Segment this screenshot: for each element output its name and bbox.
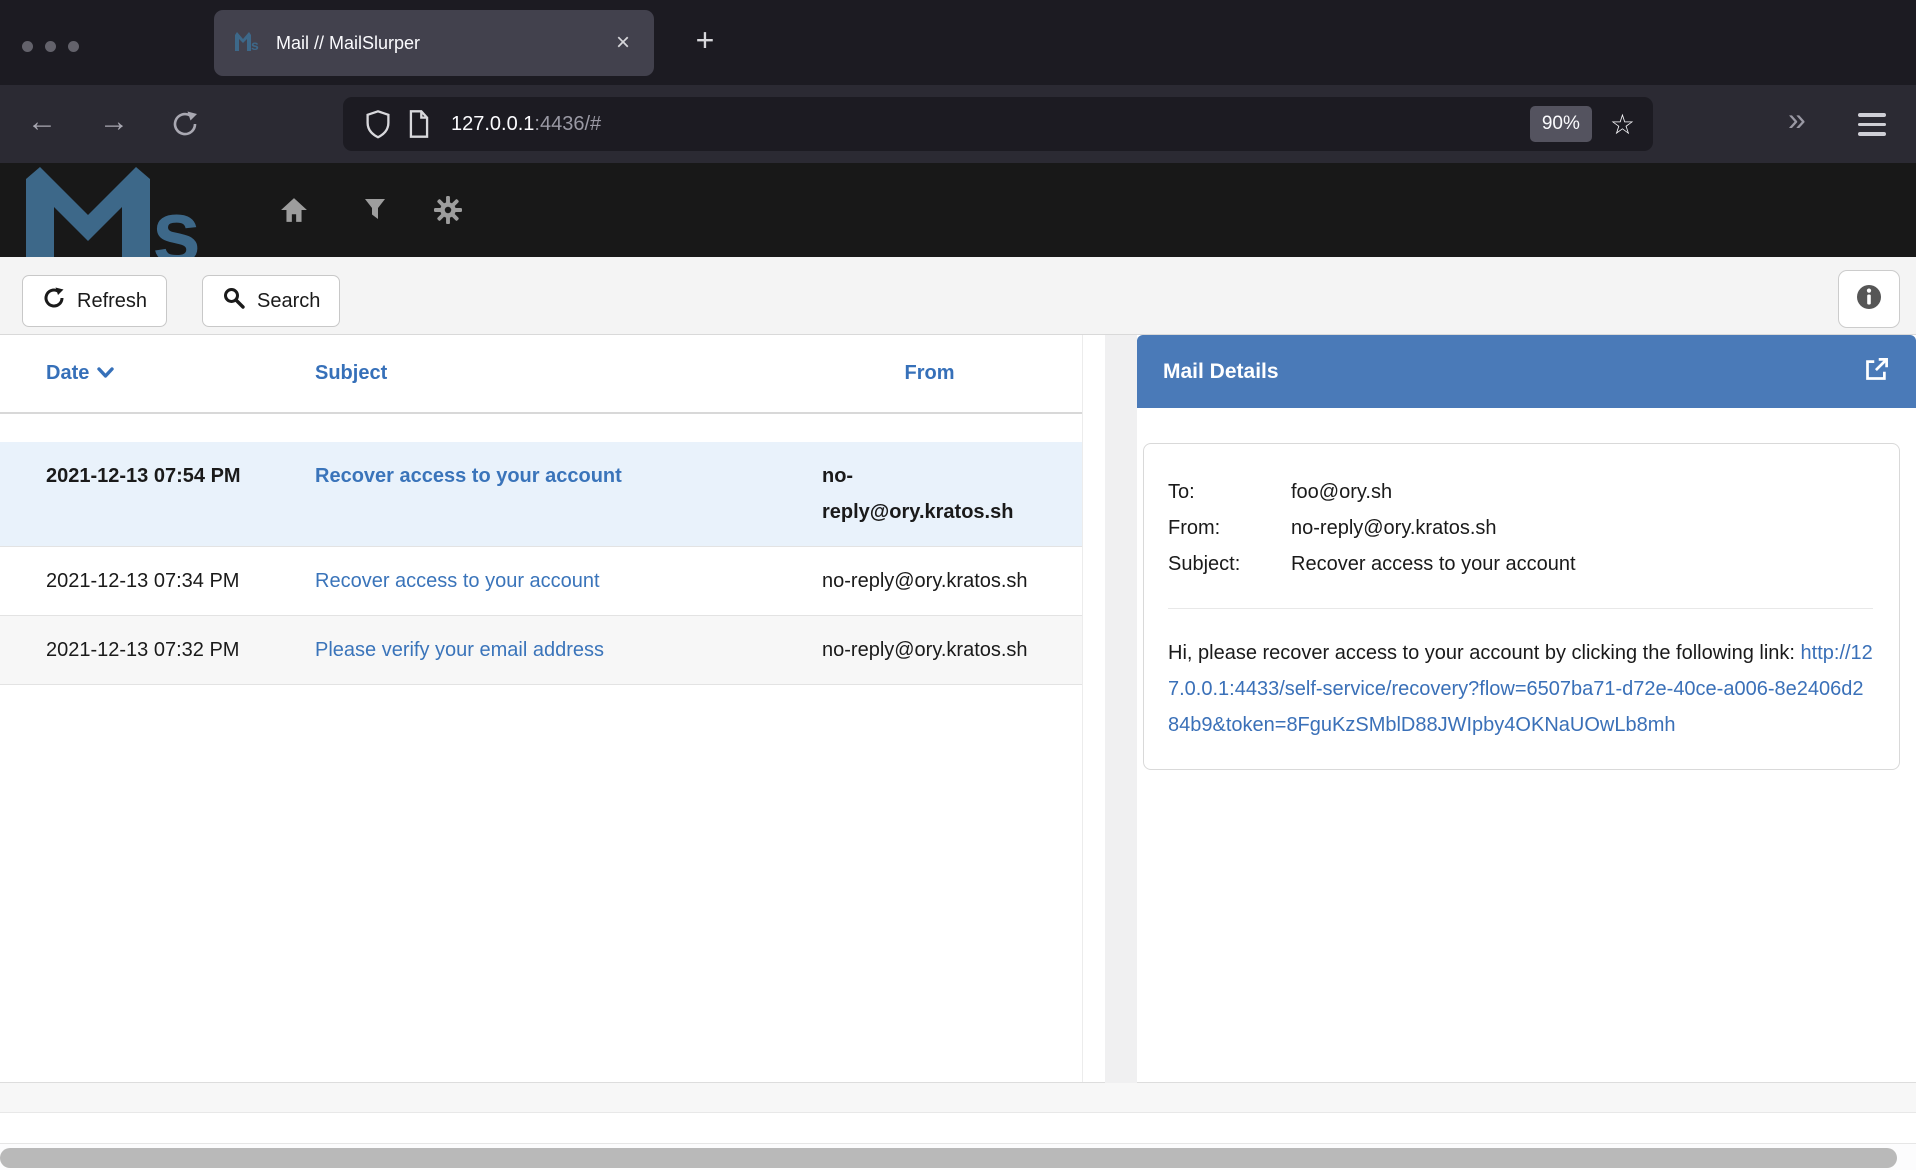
- mail-row-subject-link[interactable]: Recover access to your account: [315, 570, 600, 592]
- info-button[interactable]: [1838, 270, 1900, 328]
- url-path: :4436/#: [534, 113, 601, 135]
- window-controls[interactable]: [22, 41, 79, 52]
- zoom-level-badge[interactable]: 90%: [1530, 106, 1592, 142]
- mail-row-from: no-reply@ory.kratos.sh: [822, 563, 1082, 599]
- toolbar-overflow-icon[interactable]: »: [1788, 101, 1806, 138]
- url-text[interactable]: 127.0.0.1:4436/#: [451, 113, 601, 136]
- column-header-from[interactable]: From: [822, 362, 1082, 385]
- info-icon: [1855, 283, 1883, 316]
- menu-hamburger-icon[interactable]: [1858, 113, 1886, 136]
- subject-value: Recover access to your account: [1291, 546, 1873, 582]
- back-icon[interactable]: ←: [20, 105, 64, 139]
- horizontal-scrollbar[interactable]: [0, 1143, 1916, 1170]
- card-divider: [1168, 608, 1873, 609]
- field-to: To: foo@ory.sh: [1168, 474, 1873, 510]
- svg-text:s: s: [251, 37, 259, 51]
- filter-icon[interactable]: [362, 196, 388, 227]
- url-host: 127.0.0.1: [451, 113, 534, 135]
- mail-row[interactable]: 2021-12-13 07:54 PM Recover access to yo…: [0, 442, 1082, 547]
- refresh-icon: [42, 286, 66, 316]
- app-toolbar: Refresh Search: [0, 257, 1916, 335]
- from-value: no-reply@ory.kratos.sh: [1291, 510, 1873, 546]
- open-external-icon[interactable]: [1863, 356, 1890, 388]
- svg-text:s: s: [152, 182, 201, 257]
- subject-label: Subject:: [1168, 546, 1291, 582]
- column-header-subject[interactable]: Subject: [315, 362, 822, 385]
- search-icon: [222, 286, 246, 316]
- mail-details-panel: Mail Details To: foo@ory.sh From: no-rep…: [1137, 335, 1916, 1083]
- window-close-dot[interactable]: [22, 41, 33, 52]
- mail-row[interactable]: 2021-12-13 07:34 PM Recover access to yo…: [0, 547, 1082, 616]
- shield-icon[interactable]: [364, 109, 392, 139]
- mailslurper-logo: s: [22, 165, 227, 257]
- mail-row[interactable]: 2021-12-13 07:32 PM Please verify your e…: [0, 616, 1082, 685]
- mail-details-header: Mail Details: [1137, 335, 1916, 408]
- tab-title: Mail // MailSlurper: [276, 33, 612, 54]
- url-bar[interactable]: 127.0.0.1:4436/# 90% ☆: [343, 97, 1653, 151]
- forward-icon[interactable]: →: [92, 105, 136, 139]
- mailslurper-navbar: s: [0, 163, 1916, 257]
- window-minimize-dot[interactable]: [45, 41, 56, 52]
- scrollbar-thumb[interactable]: [0, 1148, 1897, 1168]
- panel-divider: [1105, 335, 1137, 1083]
- sort-chevron-down-icon: [97, 362, 114, 385]
- mailslurper-favicon-icon: s: [234, 31, 260, 56]
- browser-tab-strip: s Mail // MailSlurper × +: [0, 0, 1916, 85]
- mail-row-subject-link[interactable]: Recover access to your account: [315, 465, 622, 487]
- home-icon[interactable]: [280, 196, 308, 229]
- footer-strip: [0, 1083, 1916, 1113]
- field-from: From: no-reply@ory.kratos.sh: [1168, 510, 1873, 546]
- mail-row-from: no-reply@ory.kratos.sh: [822, 632, 1082, 668]
- column-header-date[interactable]: Date: [0, 362, 315, 385]
- refresh-button[interactable]: Refresh: [22, 275, 167, 327]
- reload-icon[interactable]: [170, 109, 200, 144]
- field-subject: Subject: Recover access to your account: [1168, 546, 1873, 582]
- to-value: foo@ory.sh: [1291, 474, 1873, 510]
- browser-tab[interactable]: s Mail // MailSlurper ×: [214, 10, 654, 76]
- mail-body: Hi, please recover access to your accoun…: [1168, 635, 1873, 743]
- bookmark-star-icon[interactable]: ☆: [1610, 108, 1635, 141]
- mail-row-date: 2021-12-13 07:54 PM: [0, 458, 315, 530]
- mail-body-text: Hi, please recover access to your accoun…: [1168, 642, 1801, 664]
- window-maximize-dot[interactable]: [68, 41, 79, 52]
- refresh-button-label: Refresh: [77, 290, 147, 313]
- main-content: Date Subject From 2021-12-13 07:54 PM Re…: [0, 335, 1916, 1083]
- mail-list-panel: Date Subject From 2021-12-13 07:54 PM Re…: [0, 335, 1105, 1083]
- mail-details-card: To: foo@ory.sh From: no-reply@ory.kratos…: [1143, 443, 1900, 770]
- mail-row-date: 2021-12-13 07:32 PM: [0, 632, 315, 668]
- browser-toolbar: ← → 127.0.0.1:4436/# 90% ☆ »: [0, 85, 1916, 163]
- mail-row-date: 2021-12-13 07:34 PM: [0, 563, 315, 599]
- mail-row-subject-link[interactable]: Please verify your email address: [315, 639, 604, 661]
- search-button[interactable]: Search: [202, 275, 340, 327]
- search-button-label: Search: [257, 290, 320, 313]
- gear-icon[interactable]: [434, 196, 462, 229]
- mail-details-title: Mail Details: [1163, 360, 1863, 384]
- from-label: From:: [1168, 510, 1291, 546]
- new-tab-button[interactable]: +: [685, 22, 725, 59]
- mail-list-header: Date Subject From: [0, 335, 1082, 414]
- to-label: To:: [1168, 474, 1291, 510]
- page-icon[interactable]: [406, 109, 432, 139]
- mail-row-from: no-reply@ory.kratos.sh: [822, 458, 1082, 530]
- tab-close-icon[interactable]: ×: [612, 29, 634, 57]
